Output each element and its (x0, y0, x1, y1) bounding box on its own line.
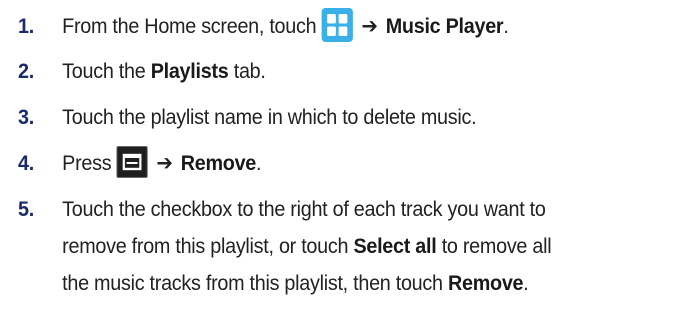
step-text-lead: From the Home screen, touch (62, 14, 317, 38)
step-text-line-1: Touch the checkbox to the right of each … (62, 197, 546, 221)
step-text-line-2-tail: to remove all (441, 234, 552, 258)
step-text: Touch the playlist name in which to dele… (62, 105, 477, 129)
remove-label: Remove (447, 271, 524, 295)
menu-item-remove: Remove (180, 151, 257, 175)
select-all-label: Select all (353, 234, 437, 258)
step-2: 2. Touch the Playlists tab. (18, 51, 616, 92)
step-text-tail: . (256, 151, 262, 175)
step-text-line-3-tail: . (523, 271, 529, 295)
apps-grid-icon (321, 8, 354, 43)
tab-playlists-label: Playlists (150, 59, 229, 83)
step-number: 4. (18, 151, 34, 175)
step-number: 1. (18, 14, 34, 38)
step-5: 5. Touch the checkbox to the right of ea… (18, 189, 616, 302)
step-text: Press ➔ Remove. (62, 143, 616, 184)
step-3: 3. Touch the playlist name in which to d… (18, 97, 616, 138)
arrow-right-icon: ➔ (361, 14, 378, 38)
step-text-tail: . (503, 14, 509, 38)
step-text-line-3: the music tracks from this playlist, the… (62, 271, 443, 295)
step-number: 2. (18, 59, 34, 83)
step-number: 3. (18, 105, 34, 129)
step-1: 1. From the Home screen, touch ➔ Music P… (18, 6, 616, 47)
step-text-lead: Press (62, 151, 112, 175)
step-text-line-2: remove from this playlist, or touch (62, 234, 349, 258)
step-text-tail: tab. (233, 59, 266, 83)
step-text: From the Home screen, touch ➔ Music Play… (62, 6, 616, 47)
menu-item-music-player: Music Player (385, 14, 504, 38)
menu-key-icon (116, 146, 149, 179)
step-text: Touch the Playlists tab. (62, 51, 616, 92)
step-number: 5. (18, 197, 34, 221)
instruction-steps: 1. From the Home screen, touch ➔ Music P… (18, 6, 668, 312)
step-text-lead: Touch the (62, 59, 146, 83)
step-4: 4. Press ➔ Remove. (18, 143, 616, 184)
step-text: Touch the checkbox to the right of each … (62, 189, 616, 302)
arrow-right-icon: ➔ (156, 151, 173, 175)
